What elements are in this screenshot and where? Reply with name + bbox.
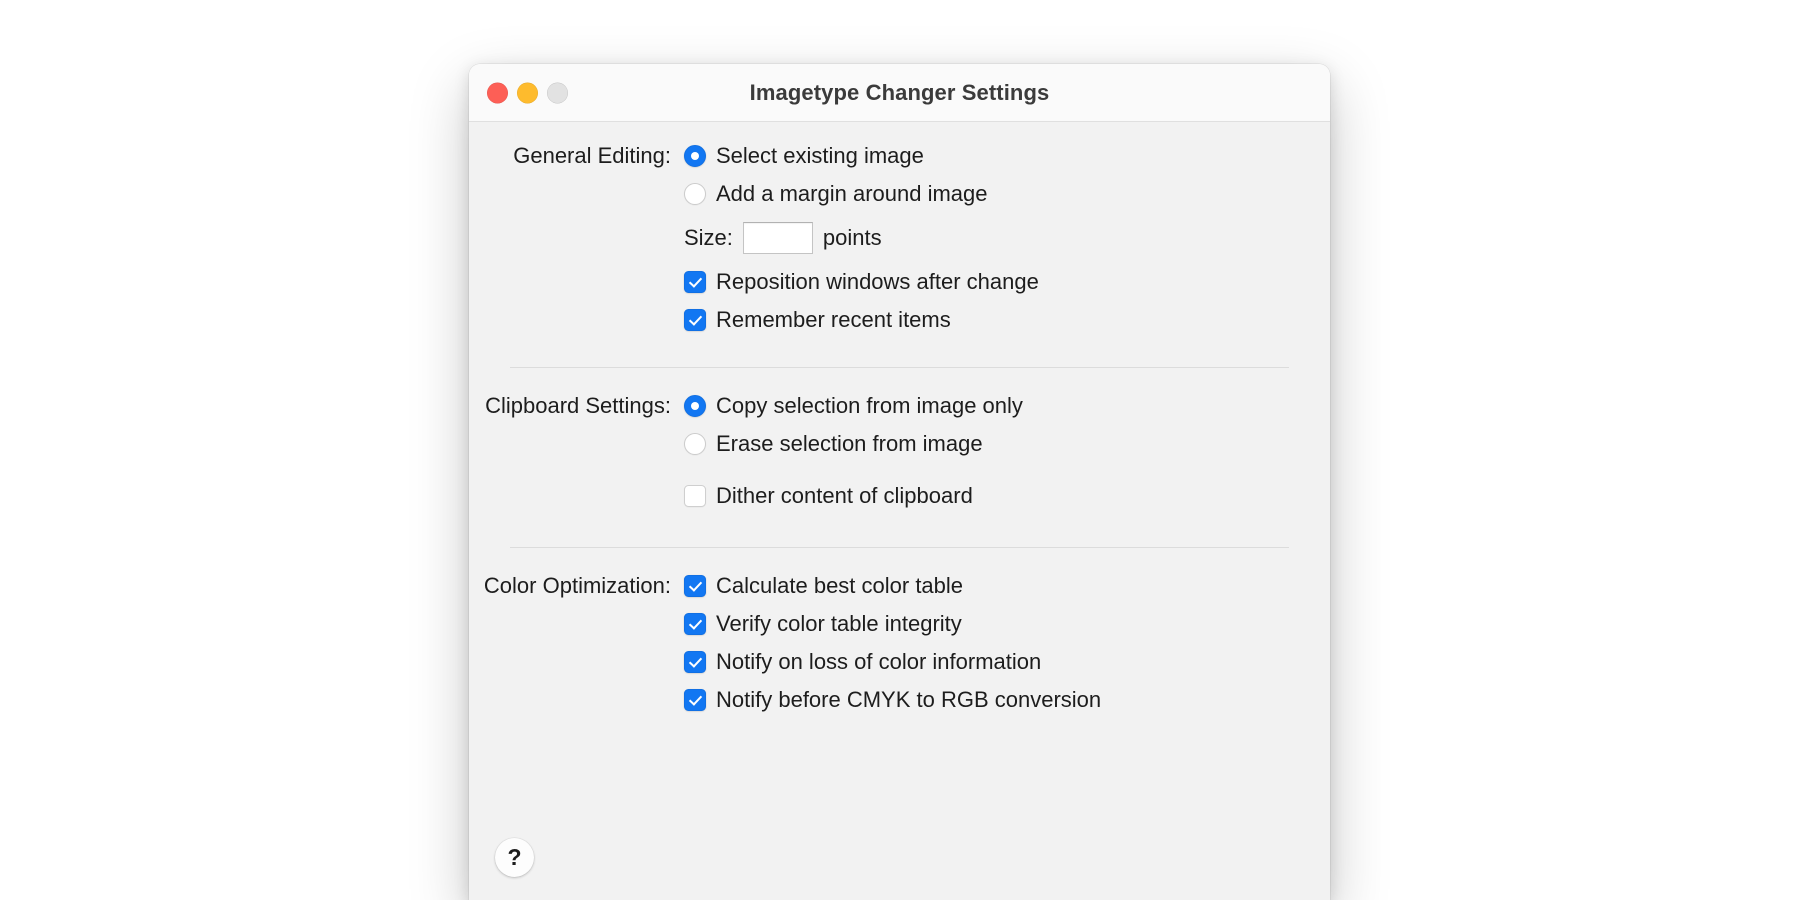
radio-label-select-existing-image: Select existing image: [716, 143, 924, 168]
section-color-optimization: Color Optimization: Calculate best color…: [469, 548, 1330, 719]
checkbox-calculate-best-color-table[interactable]: [684, 575, 706, 597]
row-clipboard-checkbox-0[interactable]: Dither content of clipboard: [469, 477, 1330, 515]
radio-select-existing-image[interactable]: [684, 145, 706, 167]
zoom-button-icon: [547, 82, 568, 103]
checkbox-remember-recent-items[interactable]: [684, 309, 706, 331]
row-color-checkbox-1[interactable]: Verify color table integrity: [469, 605, 1330, 643]
row-general-checkbox-0[interactable]: Reposition windows after change: [469, 263, 1330, 301]
checkbox-reposition-windows-after-change[interactable]: [684, 271, 706, 293]
row-clipboard-radio-0[interactable]: Clipboard Settings: Copy selection from …: [469, 387, 1330, 425]
checkbox-dither-content-of-clipboard[interactable]: [684, 485, 706, 507]
size-unit-label: points: [822, 225, 882, 250]
checkbox-verify-color-table-integrity[interactable]: [684, 613, 706, 635]
row-clipboard-radio-1[interactable]: Erase selection from image: [469, 425, 1330, 463]
traffic-light-group: [487, 82, 568, 103]
checkbox-label-notify-before-cmyk-to-rgb-conversion: Notify before CMYK to RGB conversion: [716, 687, 1102, 712]
row-general-radio-0[interactable]: General Editing: Select existing image: [469, 137, 1330, 175]
question-mark-icon: ?: [507, 844, 522, 870]
settings-window: Imagetype Changer Settings General Editi…: [469, 64, 1330, 900]
checkbox-label-remember-recent-items: Remember recent items: [716, 307, 951, 332]
section-clipboard-settings: Clipboard Settings: Copy selection from …: [469, 368, 1330, 515]
size-input[interactable]: [742, 222, 813, 254]
row-color-checkbox-3[interactable]: Notify before CMYK to RGB conversion: [469, 681, 1330, 719]
checkbox-notify-on-loss-of-color-information[interactable]: [684, 651, 706, 673]
help-button[interactable]: ?: [495, 838, 534, 877]
checkbox-label-dither-content-of-clipboard: Dither content of clipboard: [716, 483, 973, 508]
radio-label-add-margin-around-image: Add a margin around image: [716, 181, 988, 206]
row-general-checkbox-1[interactable]: Remember recent items: [469, 301, 1330, 339]
checkbox-label-calculate-best-color-table: Calculate best color table: [716, 573, 964, 598]
color-optimization-label: Color Optimization:: [483, 573, 671, 598]
row-general-radio-1[interactable]: Add a margin around image: [469, 175, 1330, 213]
clipboard-settings-label: Clipboard Settings:: [485, 393, 671, 418]
general-editing-label: General Editing:: [513, 143, 671, 168]
radio-erase-selection-from-image[interactable]: [684, 433, 706, 455]
row-size-field: Size: points: [469, 219, 1330, 257]
checkbox-label-verify-color-table-integrity: Verify color table integrity: [716, 611, 962, 636]
checkbox-notify-before-cmyk-to-rgb-conversion[interactable]: [684, 689, 706, 711]
radio-add-margin-around-image[interactable]: [684, 183, 706, 205]
row-color-checkbox-0[interactable]: Color Optimization: Calculate best color…: [469, 567, 1330, 605]
size-label: Size:: [684, 225, 733, 250]
close-button-icon[interactable]: [487, 82, 508, 103]
window-title: Imagetype Changer Settings: [749, 79, 1050, 105]
screen: Imagetype Changer Settings General Editi…: [0, 0, 1800, 900]
settings-body: General Editing: Select existing image A…: [469, 122, 1330, 900]
checkbox-label-reposition-windows-after-change: Reposition windows after change: [716, 269, 1039, 294]
window-titlebar[interactable]: Imagetype Changer Settings: [469, 64, 1330, 122]
radio-label-copy-selection-from-image-only: Copy selection from image only: [716, 393, 1023, 418]
checkbox-label-notify-on-loss-of-color-information: Notify on loss of color information: [716, 649, 1042, 674]
row-color-checkbox-2[interactable]: Notify on loss of color information: [469, 643, 1330, 681]
minimize-button-icon[interactable]: [517, 82, 538, 103]
radio-copy-selection-from-image-only[interactable]: [684, 395, 706, 417]
section-general-editing: General Editing: Select existing image A…: [469, 122, 1330, 339]
radio-label-erase-selection-from-image: Erase selection from image: [716, 431, 983, 456]
